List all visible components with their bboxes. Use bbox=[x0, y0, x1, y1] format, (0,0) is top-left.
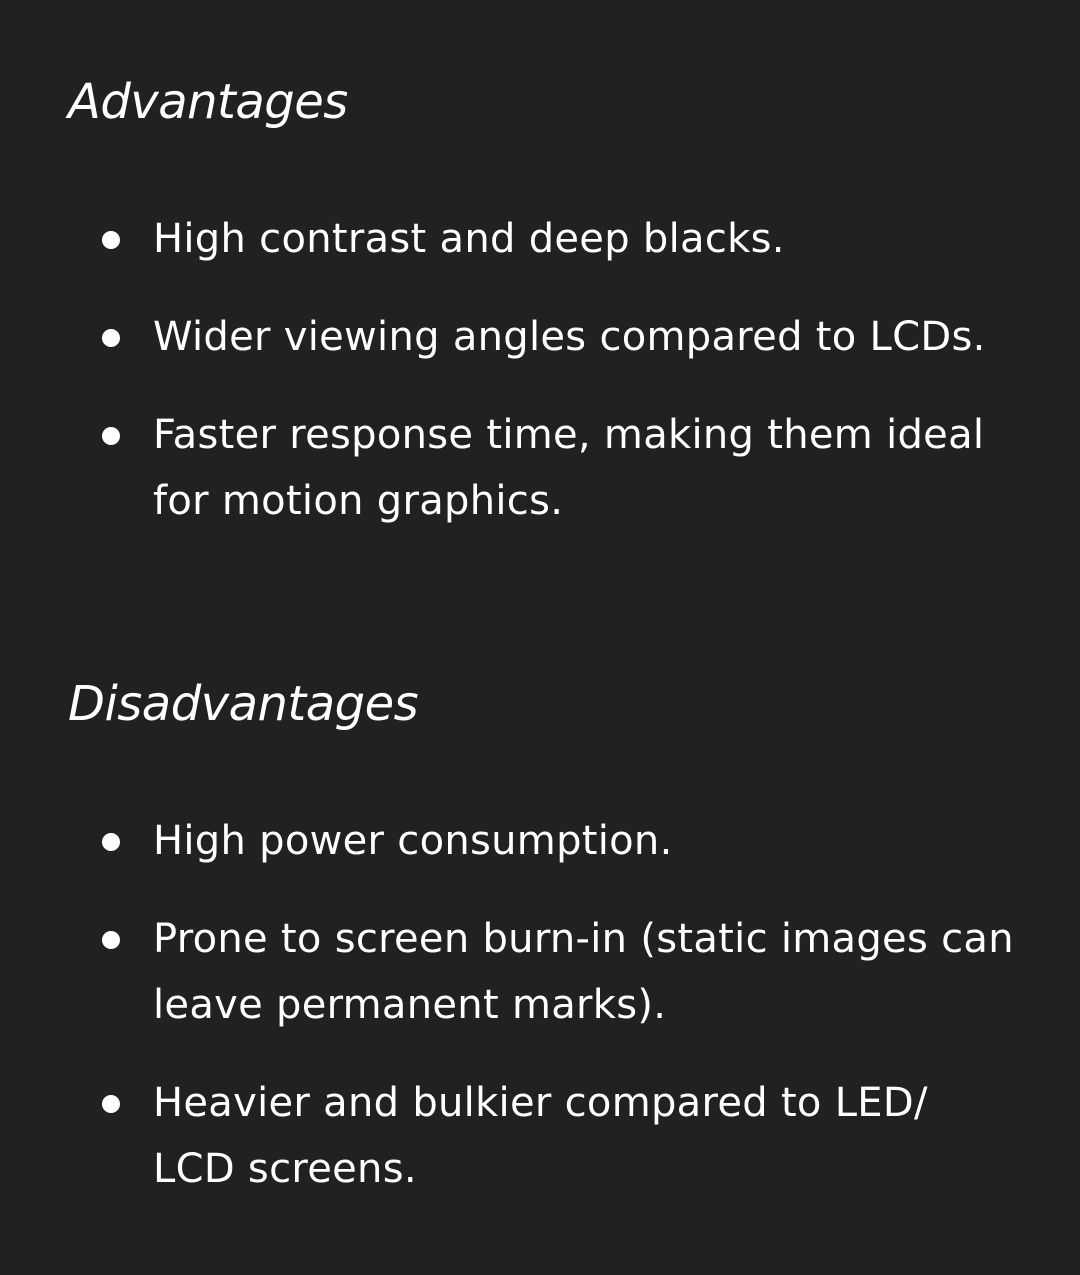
bullet-icon bbox=[102, 329, 120, 347]
list-item-text: High contrast and deep blacks. bbox=[153, 216, 785, 262]
bullet-icon bbox=[102, 231, 120, 249]
disadvantages-list: High power consumption. Prone to screen … bbox=[0, 808, 1080, 1202]
list-item: Heavier and bulkier compared to LED/ LCD… bbox=[0, 1070, 1080, 1202]
list-item-text: Prone to screen burn-in (static images c… bbox=[153, 916, 1014, 1028]
content-area: Advantages High contrast and deep blacks… bbox=[0, 0, 1080, 1275]
advantages-heading: Advantages bbox=[68, 74, 348, 130]
bullet-icon bbox=[102, 1095, 120, 1113]
bullet-icon bbox=[102, 427, 120, 445]
disadvantages-heading: Disadvantages bbox=[68, 676, 419, 732]
list-item: Prone to screen burn-in (static images c… bbox=[0, 906, 1080, 1038]
bullet-icon bbox=[102, 833, 120, 851]
list-item: High power consumption. bbox=[0, 808, 1080, 874]
advantages-list: High contrast and deep blacks. Wider vie… bbox=[0, 206, 1080, 534]
list-item-text: Faster response time, making them ideal … bbox=[153, 412, 985, 524]
list-item-text: Wider viewing angles compared to LCDs. bbox=[153, 314, 986, 360]
list-item-text: High power consumption. bbox=[153, 818, 673, 864]
list-item-text: Heavier and bulkier compared to LED/ LCD… bbox=[153, 1080, 928, 1192]
bullet-icon bbox=[102, 931, 120, 949]
list-item: High contrast and deep blacks. bbox=[0, 206, 1080, 272]
list-item: Faster response time, making them ideal … bbox=[0, 402, 1080, 534]
list-item: Wider viewing angles compared to LCDs. bbox=[0, 304, 1080, 370]
